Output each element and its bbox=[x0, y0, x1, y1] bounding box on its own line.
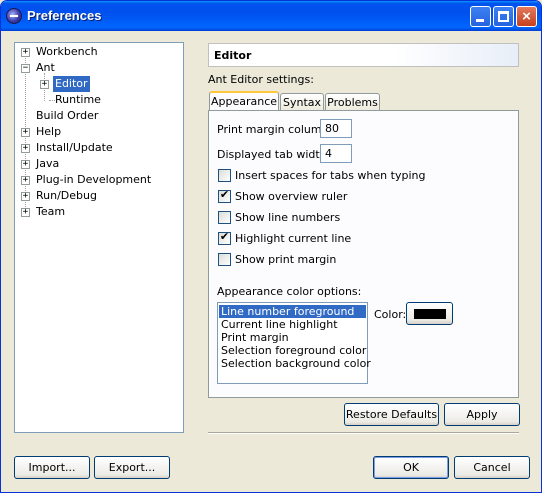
color-picker-button[interactable] bbox=[406, 302, 453, 325]
tree-item-workbench[interactable]: + Workbench bbox=[15, 44, 183, 60]
title-bar[interactable]: Preferences × bbox=[1, 1, 541, 31]
tree-item-label: Java bbox=[36, 157, 60, 170]
export-button[interactable]: Export... bbox=[94, 456, 170, 479]
tree-item-label: Editor bbox=[52, 75, 91, 93]
print-margin-input[interactable]: 80 bbox=[320, 119, 352, 138]
expand-icon[interactable]: + bbox=[21, 160, 30, 169]
tree-item-label: Team bbox=[36, 205, 66, 218]
expand-icon[interactable]: + bbox=[21, 48, 30, 57]
print-margin-checkbox[interactable] bbox=[218, 253, 231, 266]
tree-item-label: Help bbox=[36, 125, 62, 138]
tree-item-install-update[interactable]: + Install/Update bbox=[15, 140, 183, 156]
tree-item-editor[interactable]: + Editor bbox=[15, 75, 183, 93]
cancel-button[interactable]: Cancel bbox=[454, 456, 530, 479]
tree-item-team[interactable]: + Team bbox=[15, 204, 183, 220]
insert-spaces-label[interactable]: Insert spaces for tabs when typing bbox=[235, 169, 425, 182]
restore-defaults-button[interactable]: Restore Defaults bbox=[344, 403, 439, 426]
color-options-list[interactable]: Line number foreground Current line high… bbox=[217, 302, 371, 384]
tree-item-run-debug[interactable]: + Run/Debug bbox=[15, 188, 183, 204]
line-numbers-checkbox[interactable] bbox=[218, 211, 231, 224]
ok-button[interactable]: OK bbox=[373, 456, 449, 479]
tree-item-java[interactable]: + Java bbox=[15, 156, 183, 172]
tree-item-runtime[interactable]: Runtime bbox=[15, 92, 183, 108]
page-header: Editor bbox=[208, 43, 519, 67]
tree-item-label: Workbench bbox=[36, 45, 98, 58]
list-item[interactable]: Line number foreground bbox=[219, 305, 366, 318]
print-margin-label: Print margin column: bbox=[217, 123, 333, 136]
minimize-button[interactable] bbox=[470, 6, 491, 27]
page-title: Editor bbox=[214, 49, 252, 62]
check-icon: ✔ bbox=[219, 230, 230, 243]
tab-appearance[interactable]: Appearance bbox=[209, 91, 279, 112]
list-item[interactable]: Selection background color bbox=[219, 357, 371, 370]
color-options-label: Appearance color options: bbox=[217, 285, 362, 298]
expand-icon[interactable]: + bbox=[21, 144, 30, 153]
separator bbox=[208, 432, 519, 434]
check-icon: ✔ bbox=[219, 188, 230, 201]
eclipse-icon bbox=[6, 8, 22, 24]
apply-button[interactable]: Apply bbox=[444, 403, 520, 426]
overview-ruler-checkbox[interactable]: ✔ bbox=[218, 188, 231, 203]
highlight-line-label[interactable]: Highlight current line bbox=[235, 232, 351, 245]
list-item[interactable]: Print margin bbox=[219, 331, 366, 344]
maximize-icon bbox=[498, 11, 509, 22]
preferences-window: Preferences × + Workbench − Ant + Editor… bbox=[0, 0, 542, 493]
expand-icon[interactable]: + bbox=[21, 176, 30, 185]
color-swatch bbox=[414, 309, 446, 319]
tree-item-build-order[interactable]: Build Order bbox=[15, 108, 183, 124]
tree-item-label: Ant bbox=[36, 61, 55, 74]
import-button[interactable]: Import... bbox=[14, 456, 90, 479]
expand-icon[interactable]: + bbox=[21, 128, 30, 137]
page-description: Ant Editor settings: bbox=[208, 73, 314, 86]
expand-icon[interactable]: + bbox=[21, 208, 30, 217]
expand-icon[interactable]: + bbox=[21, 192, 30, 201]
tree-item-ant[interactable]: − Ant bbox=[15, 60, 183, 76]
highlight-line-checkbox[interactable]: ✔ bbox=[218, 230, 231, 245]
tree-item-help[interactable]: + Help bbox=[15, 124, 183, 140]
collapse-icon[interactable]: − bbox=[21, 64, 30, 73]
tree-item-label: Build Order bbox=[36, 109, 99, 122]
tab-width-input[interactable]: 4 bbox=[320, 144, 352, 163]
tree-item-label: Install/Update bbox=[36, 141, 113, 154]
minimize-icon bbox=[476, 19, 484, 22]
window-title: Preferences bbox=[27, 8, 102, 23]
tree-item-label: Run/Debug bbox=[36, 189, 97, 202]
insert-spaces-checkbox[interactable] bbox=[218, 169, 231, 182]
overview-ruler-label[interactable]: Show overview ruler bbox=[235, 190, 347, 203]
list-item[interactable]: Current line highlight bbox=[219, 318, 366, 331]
tab-width-label: Displayed tab width: bbox=[217, 148, 331, 161]
preference-tree[interactable]: + Workbench − Ant + Editor Runtime Build… bbox=[14, 42, 184, 433]
list-item[interactable]: Selection foreground color bbox=[219, 344, 366, 357]
maximize-button[interactable] bbox=[493, 6, 514, 27]
close-icon: × bbox=[522, 8, 531, 25]
expand-icon[interactable]: + bbox=[40, 80, 49, 89]
close-button[interactable]: × bbox=[516, 6, 537, 27]
color-label: Color: bbox=[374, 308, 407, 321]
tree-item-label: Plug-in Development bbox=[36, 173, 152, 186]
tree-item-label: Runtime bbox=[55, 93, 101, 106]
show-print-margin-label[interactable]: Show print margin bbox=[235, 253, 336, 266]
tree-item-plugin-development[interactable]: + Plug-in Development bbox=[15, 172, 183, 188]
line-numbers-label[interactable]: Show line numbers bbox=[235, 211, 340, 224]
